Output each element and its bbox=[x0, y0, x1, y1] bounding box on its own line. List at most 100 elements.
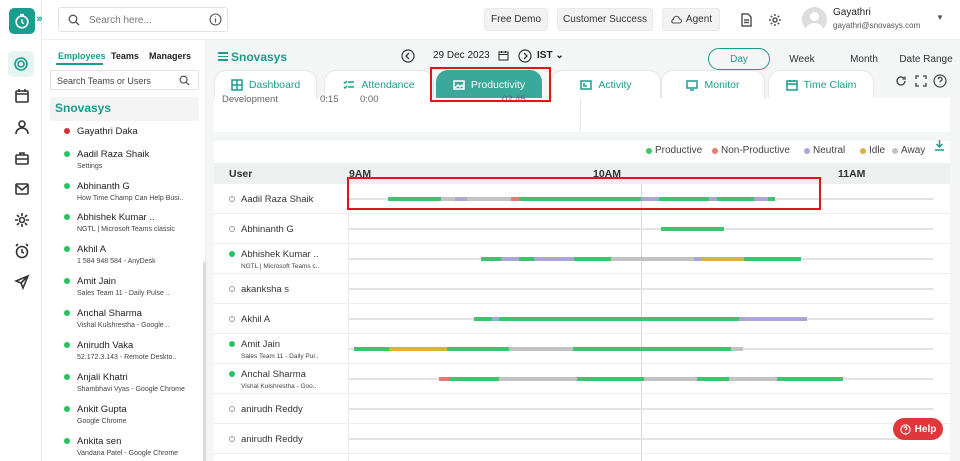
tab-employees[interactable]: Employees bbox=[58, 51, 106, 61]
view-week[interactable]: Week bbox=[786, 48, 818, 70]
activity-segment[interactable] bbox=[709, 197, 717, 201]
activity-segment[interactable] bbox=[697, 377, 729, 381]
info-icon[interactable] bbox=[209, 13, 222, 26]
activity-segment[interactable] bbox=[574, 257, 611, 261]
timeline-row[interactable]: Abhinanth G bbox=[214, 214, 950, 244]
search-input[interactable] bbox=[89, 12, 199, 28]
activity-segment[interactable] bbox=[729, 377, 777, 381]
activity-segment[interactable] bbox=[659, 197, 709, 201]
activity-segment[interactable] bbox=[474, 317, 492, 321]
timeline-row[interactable]: anirudh Reddy bbox=[214, 394, 950, 424]
document-icon[interactable] bbox=[737, 11, 755, 29]
menu-icon[interactable] bbox=[218, 52, 228, 61]
timeline-row[interactable]: Abhishek Kumar .. NGTL | Microsoft Teams … bbox=[214, 244, 950, 274]
help-circle-icon[interactable] bbox=[933, 74, 947, 88]
app-logo[interactable] bbox=[9, 8, 35, 34]
activity-segment[interactable] bbox=[702, 257, 744, 261]
timeline-row[interactable]: Akhil A bbox=[214, 304, 950, 334]
employee-item[interactable]: Anchal Sharma Vishal Kulshrestha - Google… bbox=[64, 308, 169, 329]
timeline-row[interactable]: Amit Jain Sales Team 11 - Daily Pul.. bbox=[214, 334, 950, 364]
view-day[interactable]: Day bbox=[708, 48, 770, 70]
timeline-row[interactable]: anirudh Reddy bbox=[214, 424, 950, 454]
prev-date-icon[interactable] bbox=[401, 49, 415, 63]
activity-segment[interactable] bbox=[534, 257, 574, 261]
timezone-select[interactable]: IST ⌄ bbox=[537, 50, 564, 61]
expand-icon[interactable]: ››› bbox=[36, 13, 43, 25]
team-search-input[interactable] bbox=[57, 74, 172, 87]
activity-segment[interactable] bbox=[481, 257, 501, 261]
alarm-icon[interactable] bbox=[12, 241, 32, 261]
view-month[interactable]: Month bbox=[846, 48, 882, 70]
calendar-picker-icon[interactable] bbox=[498, 50, 509, 61]
tab-time-claim[interactable]: Time Claim bbox=[768, 70, 874, 98]
legend-item[interactable]: Idle bbox=[860, 145, 885, 156]
activity-segment[interactable] bbox=[759, 317, 807, 321]
tab-teams[interactable]: Teams bbox=[111, 51, 139, 61]
calendar-icon[interactable] bbox=[12, 86, 32, 106]
help-button[interactable]: Help bbox=[893, 418, 943, 440]
activity-segment[interactable] bbox=[389, 347, 447, 351]
employee-item[interactable]: Abhishek Kumar .. NGTL | Microsoft Teams … bbox=[64, 212, 175, 233]
activity-segment[interactable] bbox=[447, 347, 509, 351]
activity-segment[interactable] bbox=[644, 377, 697, 381]
tab-productivity[interactable]: Productivity bbox=[436, 70, 542, 98]
activity-segment[interactable] bbox=[439, 377, 449, 381]
employee-item[interactable]: Anjali Khatri Shambhavi Vyas - Google Chr… bbox=[64, 372, 185, 393]
activity-segment[interactable] bbox=[511, 197, 519, 201]
timeline-row[interactable]: akanksha s bbox=[214, 274, 950, 304]
user-icon[interactable] bbox=[12, 117, 32, 137]
next-date-icon[interactable] bbox=[518, 49, 532, 63]
activity-segment[interactable] bbox=[641, 197, 659, 201]
send-icon[interactable] bbox=[12, 272, 32, 292]
mail-icon[interactable] bbox=[12, 179, 32, 199]
timeline-row[interactable]: Anchal Sharma Vishal Kulshrestha - Goo.. bbox=[214, 364, 950, 394]
activity-segment[interactable] bbox=[661, 227, 724, 231]
activity-segment[interactable] bbox=[744, 257, 801, 261]
activity-segment[interactable] bbox=[388, 197, 441, 201]
activity-segment[interactable] bbox=[519, 197, 641, 201]
view-date-range[interactable]: Date Range bbox=[898, 48, 954, 70]
activity-segment[interactable] bbox=[573, 347, 731, 351]
download-icon[interactable] bbox=[934, 139, 945, 151]
employee-item[interactable]: Gayathri Daka bbox=[64, 126, 138, 137]
activity-segment[interactable] bbox=[455, 197, 467, 201]
activity-segment[interactable] bbox=[519, 257, 534, 261]
legend-item[interactable]: Non-Productive bbox=[712, 145, 790, 156]
activity-segment[interactable] bbox=[441, 197, 455, 201]
free-demo-button[interactable]: Free Demo bbox=[484, 8, 548, 31]
activity-segment[interactable] bbox=[499, 377, 577, 381]
employee-item[interactable]: Akhil A 1 584 948 584 - AnyDesk bbox=[64, 244, 156, 265]
briefcase-icon[interactable] bbox=[12, 148, 32, 168]
tab-attendance[interactable]: Attendance bbox=[324, 70, 434, 98]
tab-activity[interactable]: Activity bbox=[551, 70, 661, 98]
settings-icon[interactable] bbox=[12, 210, 32, 230]
legend-item[interactable]: Away bbox=[892, 145, 925, 156]
activity-segment[interactable] bbox=[449, 377, 499, 381]
tab-managers[interactable]: Managers bbox=[149, 51, 191, 61]
customer-success-button[interactable]: Customer Success bbox=[557, 8, 653, 31]
employee-item[interactable]: Ankit Gupta Google Chrome bbox=[64, 404, 127, 425]
fullscreen-icon[interactable] bbox=[915, 75, 927, 87]
employee-item[interactable]: Amit Jain Sales Team 11 - Daily Pulse .. bbox=[64, 276, 170, 297]
activity-segment[interactable] bbox=[509, 347, 573, 351]
org-header[interactable]: Snovasys bbox=[50, 97, 199, 121]
employee-item[interactable]: Aadil Raza Shaik Settings bbox=[64, 149, 149, 170]
tab-monitor[interactable]: Monitor bbox=[661, 70, 765, 98]
activity-segment[interactable] bbox=[467, 197, 511, 201]
activity-segment[interactable] bbox=[492, 317, 499, 321]
avatar[interactable] bbox=[802, 7, 827, 32]
activity-segment[interactable] bbox=[768, 197, 775, 201]
activity-segment[interactable] bbox=[754, 197, 768, 201]
legend-item[interactable]: Neutral bbox=[804, 145, 845, 156]
activity-segment[interactable] bbox=[577, 377, 644, 381]
activity-segment[interactable] bbox=[694, 257, 702, 261]
team-search[interactable] bbox=[50, 70, 199, 90]
activity-segment[interactable] bbox=[739, 317, 759, 321]
gear-icon[interactable] bbox=[766, 11, 784, 29]
activity-segment[interactable] bbox=[611, 257, 694, 261]
productivity-nav-icon[interactable] bbox=[8, 51, 34, 77]
agent-button[interactable]: Agent bbox=[662, 8, 720, 31]
global-search[interactable] bbox=[58, 7, 228, 32]
date-label[interactable]: 29 Dec 2023 bbox=[433, 50, 490, 61]
activity-segment[interactable] bbox=[499, 317, 739, 321]
